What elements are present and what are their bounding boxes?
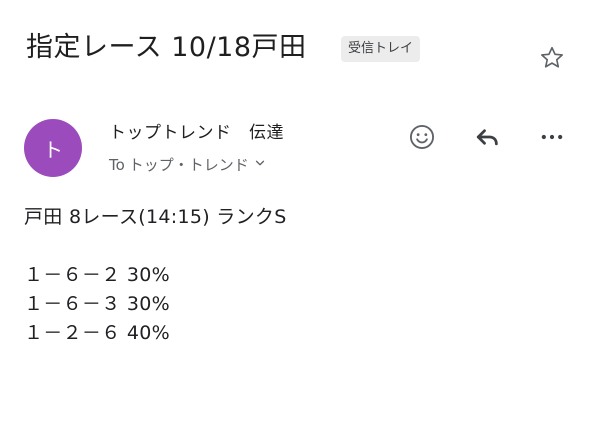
recipient-prefix: To [109,155,125,174]
add-reaction-icon[interactable] [405,120,439,154]
avatar-initial: ト [43,137,63,162]
email-subject: 指定レース 10/18戸田 [26,32,307,63]
bet-line: １－６－３ 30% [24,293,170,315]
more-options-icon[interactable] [535,120,569,154]
sender-avatar[interactable]: ト [24,119,82,177]
bet-line: １－２－６ 40% [24,322,170,344]
subject-row: 指定レース 10/18戸田 受信トレイ [26,28,574,72]
chevron-down-icon [253,156,267,174]
race-header-line: 戸田 8レース(14:15) ランクS [24,206,287,228]
star-icon[interactable] [534,40,570,76]
reply-icon[interactable] [470,120,504,154]
bet-line: １－６－２ 30% [24,264,170,286]
inbox-label-badge[interactable]: 受信トレイ [341,36,421,62]
recipient-line[interactable]: To トップ・トレンド [109,154,267,175]
email-body: 戸田 8レース(14:15) ランクS １－６－２ 30% １－６－３ 30% … [24,203,287,348]
sender-name[interactable]: トップトレンド 伝達 [109,118,284,143]
recipient-name: トップ・トレンド [128,156,249,174]
